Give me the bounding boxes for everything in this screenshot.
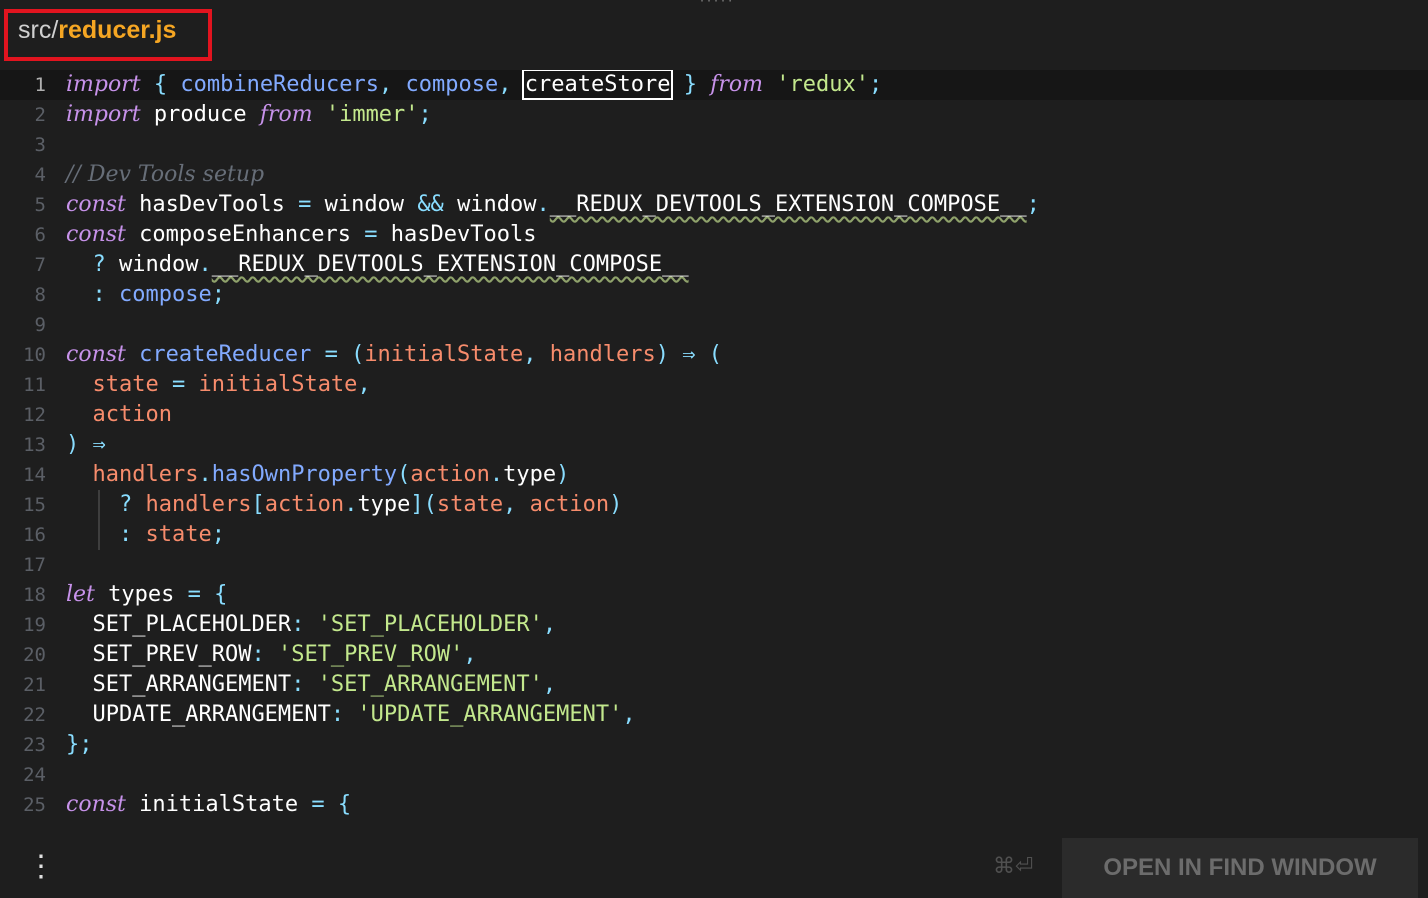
code-line[interactable]: 14 handlers.hasOwnProperty(action.type) — [0, 460, 1428, 490]
line-number: 9 — [34, 314, 46, 336]
code-line[interactable]: 21 SET_ARRANGEMENT: 'SET_ARRANGEMENT', — [0, 670, 1428, 700]
line-code: ? handlers[action.type](state, action) — [118, 492, 623, 517]
open-in-find-window-button[interactable]: OPEN IN FIND WINDOW — [1062, 838, 1418, 898]
code-line[interactable]: 5 const hasDevTools = window && window.__… — [0, 190, 1428, 220]
line-code: : compose; — [92, 282, 225, 307]
code-line[interactable]: 20 SET_PREV_ROW: 'SET_PREV_ROW', — [0, 640, 1428, 670]
line-code: // Dev Tools setup — [66, 162, 265, 187]
code-line[interactable]: 11 state = initialState, — [0, 370, 1428, 400]
code-line[interactable]: 25 const initialState = { — [0, 790, 1428, 820]
line-number: 20 — [23, 644, 46, 666]
code-line[interactable]: 2 import produce from 'immer'; — [0, 100, 1428, 130]
line-number: 25 — [23, 794, 46, 816]
code-line[interactable]: 7 ? window.__REDUX_DEVTOOLS_EXTENSION_CO… — [0, 250, 1428, 280]
line-number: 15 — [23, 494, 46, 516]
line-number: 13 — [23, 434, 46, 456]
line-code: let types = { — [66, 582, 228, 607]
line-number: 24 — [23, 764, 46, 786]
line-code: ) ⇒ — [66, 432, 106, 457]
code-line[interactable]: 23}; — [0, 730, 1428, 760]
line-code: UPDATE_ARRANGEMENT: 'UPDATE_ARRANGEMENT'… — [92, 702, 636, 727]
code-line[interactable]: 9 — [0, 310, 1428, 340]
line-number: 12 — [23, 404, 46, 426]
search-match-highlight: createStore — [521, 70, 674, 100]
line-number: 6 — [34, 224, 46, 246]
line-number: 5 — [34, 194, 46, 216]
line-code: SET_ARRANGEMENT: 'SET_ARRANGEMENT', — [92, 672, 557, 697]
code-line[interactable]: 6 const composeEnhancers = hasDevTools — [0, 220, 1428, 250]
code-line[interactable]: 16 : state; — [0, 520, 1428, 550]
file-name: reducer.js — [58, 16, 177, 44]
line-number: 10 — [23, 344, 46, 366]
line-number: 23 — [23, 734, 46, 756]
line-code: const initialState = { — [66, 792, 352, 817]
code-line[interactable]: 19 SET_PLACEHOLDER: 'SET_PLACEHOLDER', — [0, 610, 1428, 640]
shortcut-hint: ⌘⏎ — [993, 854, 1034, 879]
line-number: 18 — [23, 584, 46, 606]
code-line[interactable]: 10 const createReducer = (initialState, h… — [0, 340, 1428, 370]
file-dir: src/ — [18, 16, 59, 44]
line-code: import { combineReducers, compose, creat… — [66, 70, 883, 100]
line-number: 22 — [23, 704, 46, 726]
code-line[interactable]: 17 — [0, 550, 1428, 580]
code-line[interactable]: 18 let types = { — [0, 580, 1428, 610]
line-code: const hasDevTools = window && window.__R… — [66, 192, 1040, 217]
line-code: : state; — [118, 522, 225, 547]
code-line[interactable]: 12 action — [0, 400, 1428, 430]
code-line[interactable]: 22 UPDATE_ARRANGEMENT: 'UPDATE_ARRANGEME… — [0, 700, 1428, 730]
file-header: src/reducer.js — [0, 6, 1428, 68]
bottom-bar: ⋮ ⌘⏎ OPEN IN FIND WINDOW — [0, 836, 1428, 898]
line-number: 4 — [34, 164, 46, 186]
line-number: 7 — [34, 254, 46, 276]
line-code: const composeEnhancers = hasDevTools — [66, 222, 537, 247]
code-line[interactable]: 1 import { combineReducers, compose, crea… — [0, 70, 1428, 100]
line-number: 21 — [23, 674, 46, 696]
code-line[interactable]: 8 : compose; — [0, 280, 1428, 310]
lint-warning: __REDUX_DEVTOOLS_EXTENSION_COMPOSE__ — [549, 192, 1027, 217]
line-code: const createReducer = (initialState, han… — [66, 342, 722, 367]
line-number: 11 — [23, 374, 46, 396]
line-number: 8 — [34, 284, 46, 306]
lint-warning: __REDUX_DEVTOOLS_EXTENSION_COMPOSE__ — [211, 252, 689, 277]
code-line[interactable]: 24 — [0, 760, 1428, 790]
code-line[interactable]: 4 // Dev Tools setup — [0, 160, 1428, 190]
line-number: 3 — [34, 134, 46, 156]
line-code: SET_PLACEHOLDER: 'SET_PLACEHOLDER', — [92, 612, 557, 637]
line-code: action — [92, 402, 172, 427]
line-number: 16 — [23, 524, 46, 546]
code-line[interactable]: 3 — [0, 130, 1428, 160]
line-number: 1 — [34, 74, 46, 96]
file-path[interactable]: src/reducer.js — [18, 15, 176, 45]
code-line[interactable]: 13 ) ⇒ — [0, 430, 1428, 460]
more-options-icon[interactable]: ⋮ — [26, 850, 56, 884]
line-code: SET_PREV_ROW: 'SET_PREV_ROW', — [92, 642, 477, 667]
line-number: 17 — [23, 554, 46, 576]
line-number: 14 — [23, 464, 46, 486]
code-line[interactable]: 15 ? handlers[action.type](state, action… — [0, 490, 1428, 520]
code-editor[interactable]: 1 import { combineReducers, compose, crea… — [0, 70, 1428, 830]
line-code: ? window.__REDUX_DEVTOOLS_EXTENSION_COMP… — [92, 252, 689, 277]
line-code: }; — [66, 732, 93, 757]
line-number: 2 — [34, 104, 46, 126]
line-code: import produce from 'immer'; — [66, 102, 432, 127]
line-code: handlers.hasOwnProperty(action.type) — [92, 462, 570, 487]
line-number: 19 — [23, 614, 46, 636]
line-code: state = initialState, — [92, 372, 371, 397]
